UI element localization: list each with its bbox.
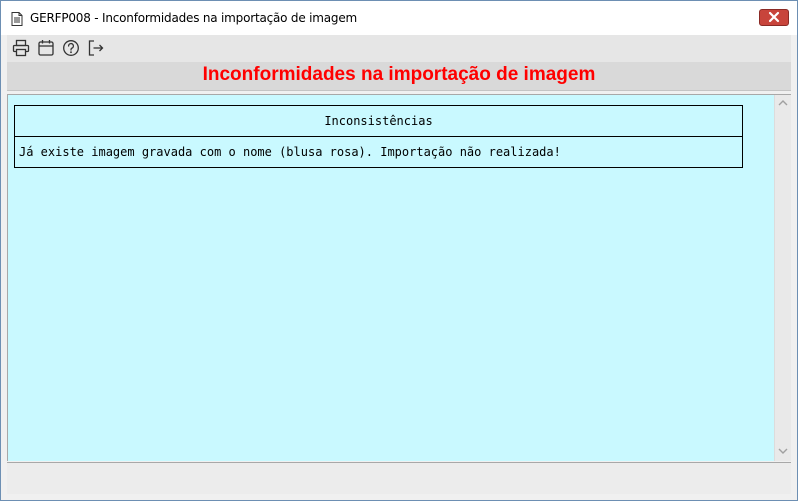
app-window: GERFP008 - Inconformidades na importação…	[0, 0, 798, 501]
window-title: GERFP008 - Inconformidades na importação…	[30, 11, 357, 25]
help-icon	[63, 40, 79, 56]
vertical-scrollbar[interactable]	[774, 95, 791, 461]
printer-icon	[12, 39, 30, 57]
calendar-button[interactable]	[37, 39, 55, 57]
header-band: Inconformidades na importação de imagem	[7, 62, 791, 91]
inconsistencies-table: Inconsistências Já existe imagem gravada…	[14, 105, 743, 168]
page-title: Inconformidades na importação de imagem	[202, 64, 596, 85]
print-button[interactable]	[12, 39, 30, 57]
document-icon	[11, 11, 23, 26]
table-row: Já existe imagem gravada com o nome (blu…	[14, 136, 743, 168]
close-icon	[768, 11, 780, 23]
calendar-icon	[38, 40, 54, 56]
close-button[interactable]	[759, 9, 789, 26]
status-bar	[7, 462, 791, 494]
column-header-inconsistencias: Inconsistências	[14, 105, 743, 137]
table-cell: Já existe imagem gravada com o nome (blu…	[14, 136, 743, 168]
exit-icon	[88, 40, 104, 56]
table-header-row: Inconsistências	[14, 105, 743, 137]
title-bar: GERFP008 - Inconformidades na importação…	[1, 1, 797, 35]
report-content: Inconsistências Já existe imagem gravada…	[7, 94, 791, 461]
help-button[interactable]	[62, 39, 80, 57]
toolbar	[7, 35, 791, 62]
exit-button[interactable]	[87, 39, 105, 57]
scroll-down-icon[interactable]	[778, 447, 788, 457]
scroll-up-icon[interactable]	[778, 99, 788, 109]
